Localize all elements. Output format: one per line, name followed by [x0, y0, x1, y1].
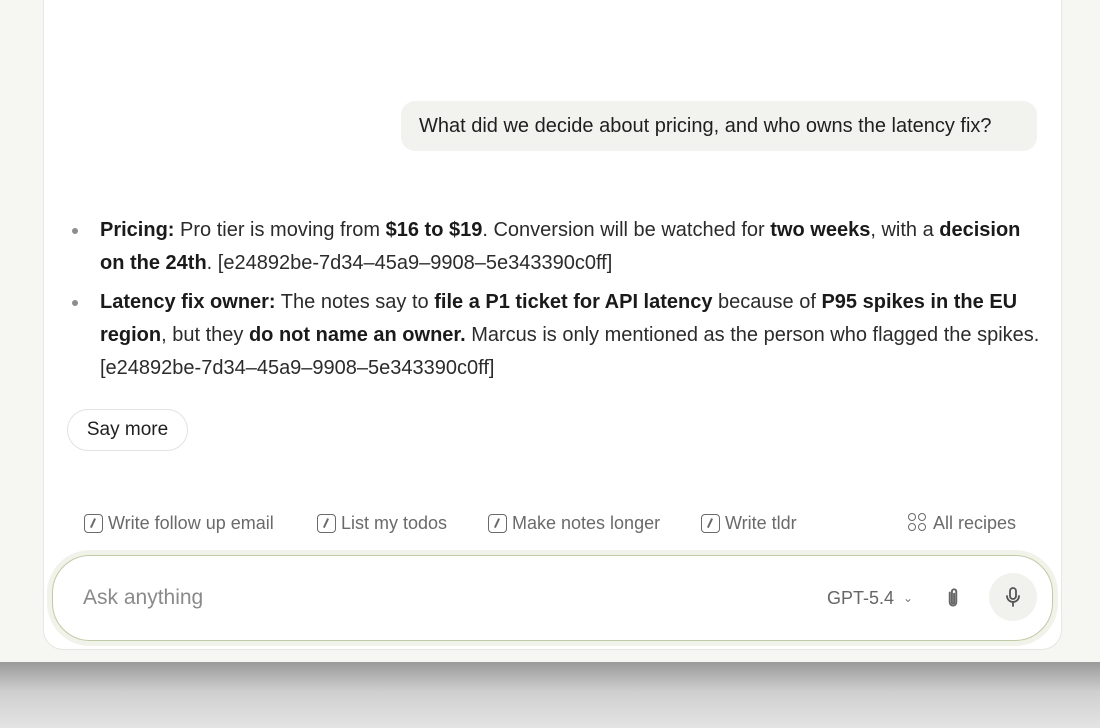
slash-box-icon	[317, 513, 336, 533]
recipe-label: List my todos	[341, 512, 448, 533]
all-recipes-label: All recipes	[933, 512, 1017, 533]
recipe-list-my-todos[interactable]: List my todos	[317, 508, 447, 538]
recipe-label: Make notes longer	[512, 512, 661, 533]
recipe-write-tldr[interactable]: Write tldr	[701, 508, 797, 538]
microphone-icon	[1006, 587, 1020, 607]
all-recipes-button[interactable]: All recipes	[908, 508, 1016, 538]
slash-box-icon	[84, 513, 103, 533]
desktop-background	[0, 662, 1100, 728]
answer-text: Pro tier is moving from	[174, 219, 386, 241]
chevron-down-icon: ⌄	[903, 591, 914, 605]
answer-item-pricing: Pricing: Pro tier is moving from $16 to …	[72, 214, 1040, 280]
model-name: GPT-5.4	[827, 587, 895, 608]
slash-box-icon	[488, 513, 507, 533]
citation-text: . [e24892be-7d34–45a9–9908–5e343390c0ff]	[206, 252, 613, 274]
answer-text: because of	[712, 291, 822, 313]
bullet-dot	[72, 228, 78, 234]
recipe-write-follow-up-email[interactable]: Write follow up email	[84, 508, 274, 538]
answer-bold: two weeks	[770, 219, 871, 241]
answer-text: The notes say to	[275, 291, 435, 313]
answer-bold: $16 to $19	[385, 219, 483, 241]
assistant-answer: Pricing: Pro tier is moving from $16 to …	[72, 214, 1040, 391]
answer-text: , with a	[870, 219, 940, 241]
microphone-button[interactable]	[989, 573, 1037, 621]
answer-text: , but they	[161, 324, 249, 346]
recipe-label: Write tldr	[725, 512, 797, 533]
model-selector[interactable]: GPT-5.4 ⌄	[827, 583, 913, 613]
answer-bold: file a P1 ticket for API latency	[434, 291, 713, 313]
answer-item-latency: Latency fix owner: The notes say to file…	[72, 286, 1040, 385]
chat-input-placeholder[interactable]: Ask anything	[83, 556, 203, 639]
chat-input-box[interactable]: Ask anything GPT-5.4 ⌄	[52, 555, 1053, 641]
say-more-button[interactable]: Say more	[67, 409, 188, 451]
bullet-dot	[72, 300, 78, 306]
answer-text: . Conversion will be watched for	[482, 219, 771, 241]
recipes-bar: Write follow up email List my todos Make…	[84, 508, 1024, 538]
pricing-label: Pricing:	[100, 219, 175, 241]
recipe-make-notes-longer[interactable]: Make notes longer	[488, 508, 660, 538]
recipe-label: Write follow up email	[108, 512, 274, 533]
slash-box-icon	[701, 513, 720, 533]
paperclip-icon[interactable]	[940, 584, 966, 612]
user-message-bubble: What did we decide about pricing, and wh…	[401, 101, 1037, 151]
answer-bold: do not name an owner.	[248, 324, 466, 346]
latency-label: Latency fix owner:	[100, 291, 276, 313]
grid-icon	[908, 513, 928, 533]
